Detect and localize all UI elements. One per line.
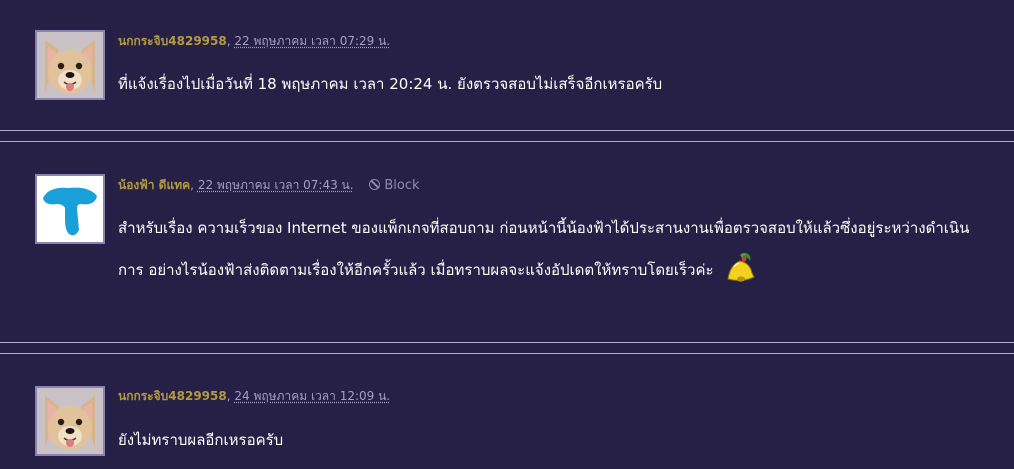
comment-post: นกกระจิบ4829958, 24 พฤษภาคม เวลา 12:09 น… <box>0 354 1014 469</box>
meta-separator: , <box>190 178 194 192</box>
author-name[interactable]: น้องฟ้า ดีแทค <box>118 178 190 192</box>
post-date-link[interactable]: 22 พฤษภาคม เวลา 07:29 น. <box>234 34 390 48</box>
post-body: ที่แจ้งเรื่องไปเมื่อวันที่ 18 พฤษภาคม เว… <box>118 75 663 93</box>
comment-thread: นกกระจิบ4829958, 22 พฤษภาคม เวลา 07:29 น… <box>0 0 1014 469</box>
meta-separator: , <box>226 34 231 48</box>
post-body: สำหรับเรื่อง ความเร็วของ Internet ของแพ็… <box>118 207 988 291</box>
french-bulldog-icon <box>37 388 103 454</box>
user-avatar[interactable] <box>35 30 105 100</box>
author-name[interactable]: นกกระจิบ4829958 <box>118 34 227 48</box>
post-date-link[interactable]: 22 พฤษภาคม เวลา 07:43 น. <box>198 178 354 192</box>
post-body-line: สำหรับเรื่อง ความเร็วของ Internet ของแพ็… <box>118 219 970 237</box>
french-bulldog-icon <box>37 32 103 98</box>
post-body: ยังไม่ทราบผลอีกเหรอครับ <box>118 431 284 449</box>
post-divider <box>0 342 1014 354</box>
post-meta: น้องฟ้า ดีแทค, 22 พฤษภาคม เวลา 07:43 น. … <box>118 176 420 195</box>
post-meta: นกกระจิบ4829958, 22 พฤษภาคม เวลา 07:29 น… <box>118 32 390 51</box>
comment-post: น้องฟ้า ดีแทค, 22 พฤษภาคม เวลา 07:43 น. … <box>0 142 1014 340</box>
post-body-line: การ อย่างไรน้องฟ้าส่งติดตามเรื่องให้อีกค… <box>118 261 714 279</box>
post-divider <box>0 130 1014 142</box>
dtac-logo-icon <box>37 176 103 242</box>
author-name[interactable]: นกกระจิบ4829958 <box>118 389 227 403</box>
post-body-line-wrap: การ อย่างไรน้องฟ้าส่งติดตามเรื่องให้อีกค… <box>118 249 988 291</box>
block-button[interactable]: Block <box>369 178 420 193</box>
comment-post: นกกระจิบ4829958, 22 พฤษภาคม เวลา 07:29 น… <box>0 0 1014 128</box>
bell-icon <box>720 249 756 285</box>
user-avatar[interactable] <box>35 386 105 456</box>
block-icon <box>369 179 381 190</box>
post-meta: นกกระจิบ4829958, 24 พฤษภาคม เวลา 12:09 น… <box>118 387 390 406</box>
block-label: Block <box>384 178 420 193</box>
agent-avatar[interactable] <box>35 174 105 244</box>
meta-separator: , <box>226 389 231 403</box>
post-date-link[interactable]: 24 พฤษภาคม เวลา 12:09 น. <box>234 389 390 403</box>
